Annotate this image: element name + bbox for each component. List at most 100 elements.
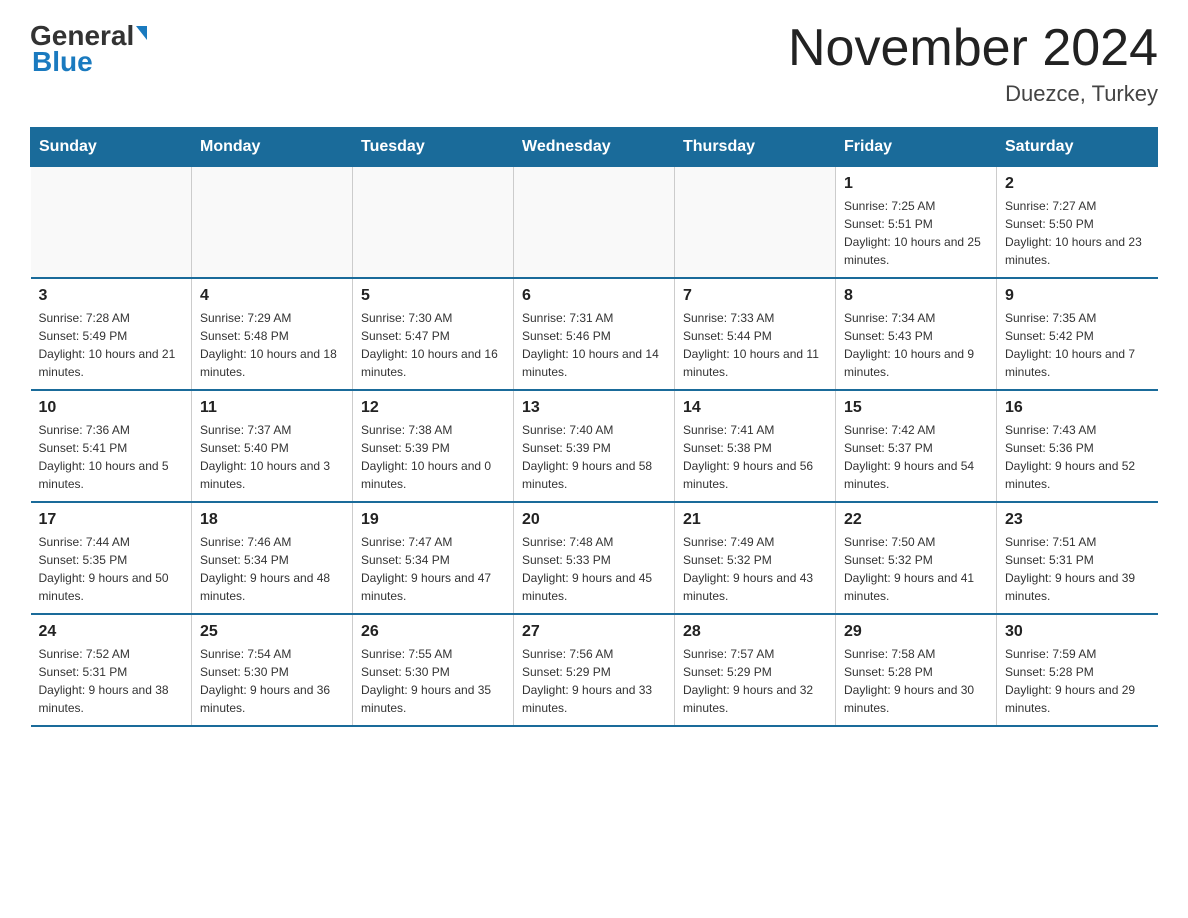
day-info: Sunrise: 7:37 AMSunset: 5:40 PMDaylight:… (200, 421, 344, 493)
day-info: Sunrise: 7:49 AMSunset: 5:32 PMDaylight:… (683, 533, 827, 605)
day-number: 6 (522, 287, 666, 305)
day-number: 22 (844, 511, 988, 529)
day-number: 16 (1005, 399, 1150, 417)
day-number: 27 (522, 623, 666, 641)
calendar-cell: 12Sunrise: 7:38 AMSunset: 5:39 PMDayligh… (353, 390, 514, 502)
day-number: 2 (1005, 175, 1150, 193)
calendar-cell: 26Sunrise: 7:55 AMSunset: 5:30 PMDayligh… (353, 614, 514, 726)
day-info: Sunrise: 7:57 AMSunset: 5:29 PMDaylight:… (683, 645, 827, 717)
day-info: Sunrise: 7:42 AMSunset: 5:37 PMDaylight:… (844, 421, 988, 493)
day-info: Sunrise: 7:34 AMSunset: 5:43 PMDaylight:… (844, 309, 988, 381)
calendar-week-row: 10 Sunrise: 7:36 AMSunset: 5:41 PMDayligh… (31, 390, 1158, 502)
day-number: 23 (1005, 511, 1150, 529)
day-info: Sunrise: 7:31 AMSunset: 5:46 PMDaylight:… (522, 309, 666, 381)
day-number: 5 (361, 287, 505, 305)
calendar-cell (192, 167, 353, 279)
day-number: 25 (200, 623, 344, 641)
calendar-week-row: 24 Sunrise: 7:52 AMSunset: 5:31 PMDayligh… (31, 614, 1158, 726)
day-info: Sunrise: 7:44 AMSunset: 5:35 PMDaylight:… (39, 533, 184, 605)
calendar-cell: 10 Sunrise: 7:36 AMSunset: 5:41 PMDayligh… (31, 390, 192, 502)
day-number: 29 (844, 623, 988, 641)
day-info: Sunrise: 7:55 AMSunset: 5:30 PMDaylight:… (361, 645, 505, 717)
logo-blue: Blue (32, 46, 93, 78)
calendar-cell (675, 167, 836, 279)
calendar-cell: 5 Sunrise: 7:30 AMSunset: 5:47 PMDaylight… (353, 278, 514, 390)
day-number: 18 (200, 511, 344, 529)
calendar-cell: 7Sunrise: 7:33 AMSunset: 5:44 PMDaylight… (675, 278, 836, 390)
day-number: 15 (844, 399, 988, 417)
calendar-cell: 4 Sunrise: 7:29 AMSunset: 5:48 PMDaylight… (192, 278, 353, 390)
calendar-cell (514, 167, 675, 279)
day-number: 9 (1005, 287, 1150, 305)
calendar-cell: 22 Sunrise: 7:50 AMSunset: 5:32 PMDayligh… (836, 502, 997, 614)
calendar-week-row: 3 Sunrise: 7:28 AMSunset: 5:49 PMDaylight… (31, 278, 1158, 390)
day-info: Sunrise: 7:46 AMSunset: 5:34 PMDaylight:… (200, 533, 344, 605)
calendar-cell (31, 167, 192, 279)
calendar-cell: 15 Sunrise: 7:42 AMSunset: 5:37 PMDayligh… (836, 390, 997, 502)
calendar-cell: 19Sunrise: 7:47 AMSunset: 5:34 PMDayligh… (353, 502, 514, 614)
col-tuesday: Tuesday (353, 128, 514, 167)
day-number: 10 (39, 399, 184, 417)
day-number: 8 (844, 287, 988, 305)
calendar-cell: 25 Sunrise: 7:54 AMSunset: 5:30 PMDayligh… (192, 614, 353, 726)
day-info: Sunrise: 7:41 AMSunset: 5:38 PMDaylight:… (683, 421, 827, 493)
day-info: Sunrise: 7:54 AMSunset: 5:30 PMDaylight:… (200, 645, 344, 717)
day-number: 12 (361, 399, 505, 417)
calendar-table: Sunday Monday Tuesday Wednesday Thursday… (30, 127, 1158, 727)
calendar-cell: 6 Sunrise: 7:31 AMSunset: 5:46 PMDaylight… (514, 278, 675, 390)
calendar-cell: 28Sunrise: 7:57 AMSunset: 5:29 PMDayligh… (675, 614, 836, 726)
calendar-subtitle: Duezce, Turkey (788, 81, 1158, 107)
day-number: 30 (1005, 623, 1150, 641)
calendar-cell: 29Sunrise: 7:58 AMSunset: 5:28 PMDayligh… (836, 614, 997, 726)
day-info: Sunrise: 7:25 AMSunset: 5:51 PMDaylight:… (844, 197, 988, 269)
day-info: Sunrise: 7:27 AMSunset: 5:50 PMDaylight:… (1005, 197, 1150, 269)
calendar-cell: 14 Sunrise: 7:41 AMSunset: 5:38 PMDayligh… (675, 390, 836, 502)
day-info: Sunrise: 7:33 AMSunset: 5:44 PMDaylight:… (683, 309, 827, 381)
day-info: Sunrise: 7:56 AMSunset: 5:29 PMDaylight:… (522, 645, 666, 717)
calendar-cell: 9 Sunrise: 7:35 AMSunset: 5:42 PMDaylight… (997, 278, 1158, 390)
calendar-cell: 24 Sunrise: 7:52 AMSunset: 5:31 PMDayligh… (31, 614, 192, 726)
day-number: 24 (39, 623, 184, 641)
day-info: Sunrise: 7:52 AMSunset: 5:31 PMDaylight:… (39, 645, 184, 717)
day-number: 21 (683, 511, 827, 529)
day-number: 11 (200, 399, 344, 417)
calendar-cell: 20 Sunrise: 7:48 AMSunset: 5:33 PMDayligh… (514, 502, 675, 614)
calendar-week-row: 1 Sunrise: 7:25 AMSunset: 5:51 PMDaylight… (31, 167, 1158, 279)
col-sunday: Sunday (31, 128, 192, 167)
calendar-cell (353, 167, 514, 279)
calendar-cell: 21 Sunrise: 7:49 AMSunset: 5:32 PMDayligh… (675, 502, 836, 614)
logo-triangle-icon (136, 26, 147, 40)
day-number: 19 (361, 511, 505, 529)
day-number: 20 (522, 511, 666, 529)
day-info: Sunrise: 7:40 AMSunset: 5:39 PMDaylight:… (522, 421, 666, 493)
day-number: 3 (39, 287, 184, 305)
day-info: Sunrise: 7:30 AMSunset: 5:47 PMDaylight:… (361, 309, 505, 381)
day-number: 17 (39, 511, 184, 529)
day-number: 13 (522, 399, 666, 417)
calendar-cell: 13 Sunrise: 7:40 AMSunset: 5:39 PMDayligh… (514, 390, 675, 502)
calendar-cell: 1 Sunrise: 7:25 AMSunset: 5:51 PMDaylight… (836, 167, 997, 279)
day-info: Sunrise: 7:50 AMSunset: 5:32 PMDaylight:… (844, 533, 988, 605)
calendar-cell: 8 Sunrise: 7:34 AMSunset: 5:43 PMDaylight… (836, 278, 997, 390)
col-monday: Monday (192, 128, 353, 167)
calendar-week-row: 17 Sunrise: 7:44 AMSunset: 5:35 PMDayligh… (31, 502, 1158, 614)
calendar-header-row: Sunday Monday Tuesday Wednesday Thursday… (31, 128, 1158, 167)
col-saturday: Saturday (997, 128, 1158, 167)
calendar-cell: 2 Sunrise: 7:27 AMSunset: 5:50 PMDaylight… (997, 167, 1158, 279)
day-info: Sunrise: 7:36 AMSunset: 5:41 PMDaylight:… (39, 421, 184, 493)
calendar-title: November 2024 (788, 20, 1158, 77)
calendar-cell: 27 Sunrise: 7:56 AMSunset: 5:29 PMDayligh… (514, 614, 675, 726)
page-header: General Blue November 2024 Duezce, Turke… (30, 20, 1158, 107)
day-number: 4 (200, 287, 344, 305)
day-number: 14 (683, 399, 827, 417)
day-info: Sunrise: 7:29 AMSunset: 5:48 PMDaylight:… (200, 309, 344, 381)
calendar-cell: 23 Sunrise: 7:51 AMSunset: 5:31 PMDayligh… (997, 502, 1158, 614)
day-info: Sunrise: 7:28 AMSunset: 5:49 PMDaylight:… (39, 309, 184, 381)
day-number: 1 (844, 175, 988, 193)
day-info: Sunrise: 7:48 AMSunset: 5:33 PMDaylight:… (522, 533, 666, 605)
col-thursday: Thursday (675, 128, 836, 167)
day-info: Sunrise: 7:51 AMSunset: 5:31 PMDaylight:… (1005, 533, 1150, 605)
calendar-cell: 11 Sunrise: 7:37 AMSunset: 5:40 PMDayligh… (192, 390, 353, 502)
day-info: Sunrise: 7:43 AMSunset: 5:36 PMDaylight:… (1005, 421, 1150, 493)
day-info: Sunrise: 7:35 AMSunset: 5:42 PMDaylight:… (1005, 309, 1150, 381)
